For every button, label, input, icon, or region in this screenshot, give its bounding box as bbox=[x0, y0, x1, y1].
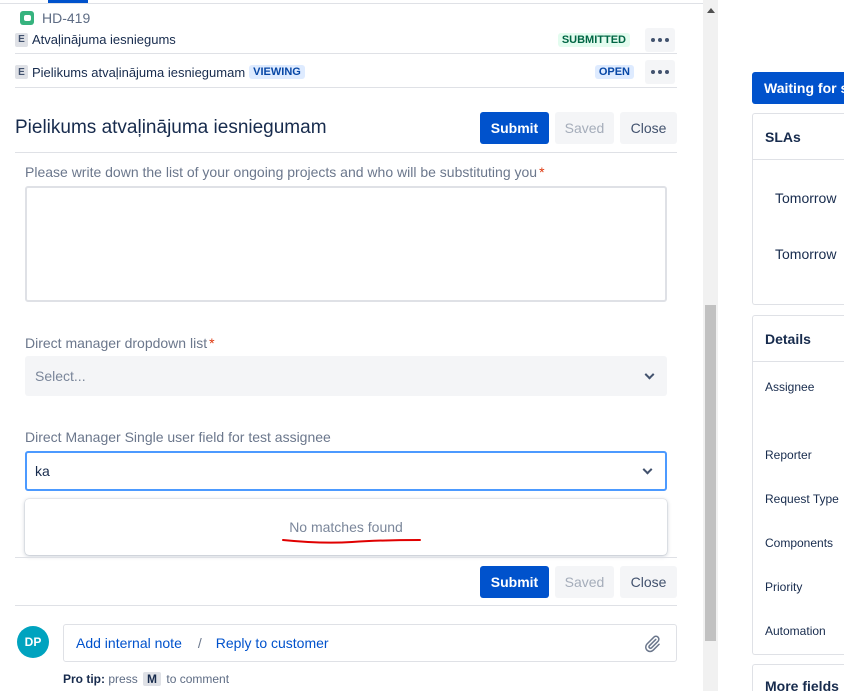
form-list-item[interactable]: E Atvaļinājuma iesniegums SUBMITTED bbox=[15, 26, 677, 54]
submit-button-bottom[interactable]: Submit bbox=[480, 566, 549, 598]
manager-dropdown-label: Direct manager dropdown list * bbox=[25, 335, 215, 351]
attachment-icon[interactable] bbox=[642, 634, 662, 654]
required-asterisk: * bbox=[209, 335, 215, 351]
manager-dropdown-select[interactable]: Select... bbox=[25, 356, 667, 396]
more-fields-panel[interactable]: More fields bbox=[752, 664, 844, 691]
close-button-bottom[interactable]: Close bbox=[620, 566, 677, 598]
detail-field-label: Components bbox=[765, 536, 834, 550]
scrollbar-thumb[interactable] bbox=[705, 305, 716, 641]
submit-button[interactable]: Submit bbox=[480, 112, 549, 144]
no-matches-message: No matches found bbox=[289, 519, 403, 535]
manager-user-field-label: Direct Manager Single user field for tes… bbox=[25, 429, 331, 445]
more-fields-title[interactable]: More fields bbox=[753, 665, 844, 691]
user-search-dropdown: No matches found bbox=[25, 499, 667, 555]
input-value: ka bbox=[35, 463, 50, 479]
details-title[interactable]: Details bbox=[753, 316, 844, 362]
divider bbox=[15, 557, 677, 558]
form-status-badge: SUBMITTED bbox=[557, 32, 630, 47]
avatar[interactable]: DP bbox=[17, 626, 49, 658]
slas-panel: SLAs Tomorrow Tomorrow bbox=[752, 113, 844, 305]
details-panel: Details Assignee Reporter Request Type C… bbox=[752, 315, 844, 655]
projects-textarea[interactable] bbox=[25, 186, 667, 302]
detail-field-label: Assignee bbox=[765, 380, 815, 394]
chat-icon bbox=[20, 11, 34, 25]
scroll-up-arrow-icon[interactable] bbox=[707, 8, 715, 13]
comment-editor[interactable]: Add internal note / Reply to customer bbox=[63, 624, 677, 662]
form-type-badge: E bbox=[15, 32, 28, 47]
red-annotation-underline bbox=[282, 539, 421, 544]
add-internal-note-link[interactable]: Add internal note bbox=[76, 635, 182, 651]
form-status-badge: OPEN bbox=[594, 65, 634, 79]
saved-button-bottom[interactable]: Saved bbox=[555, 566, 614, 598]
viewing-badge: VIEWING bbox=[249, 65, 305, 79]
sla-item: Tomorrow bbox=[775, 246, 837, 262]
slas-title: SLAs bbox=[753, 114, 844, 160]
separator: / bbox=[197, 635, 202, 651]
divider bbox=[15, 605, 677, 606]
close-button[interactable]: Close bbox=[620, 112, 677, 144]
issue-key-link[interactable]: HD-419 bbox=[20, 10, 90, 26]
detail-field-label: Priority bbox=[765, 580, 803, 594]
status-transition-button[interactable]: Waiting for s bbox=[752, 72, 844, 104]
detail-field-label: Reporter bbox=[765, 448, 812, 462]
reply-to-customer-link[interactable]: Reply to customer bbox=[216, 635, 329, 651]
pro-tip: Pro tip: press M to comment bbox=[63, 672, 230, 686]
form-name: Pielikums atvaļinājuma iesniegumam bbox=[32, 64, 246, 80]
form-type-badge: E bbox=[15, 65, 28, 79]
more-actions-button[interactable] bbox=[645, 27, 675, 52]
form-name: Atvaļinājuma iesniegums bbox=[32, 32, 176, 47]
required-asterisk: * bbox=[539, 164, 545, 180]
detail-field-label: Automation bbox=[765, 624, 826, 638]
manager-user-input[interactable]: ka bbox=[25, 451, 667, 491]
projects-field-label: Please write down the list of your ongoi… bbox=[25, 164, 545, 180]
issue-key-text: HD-419 bbox=[42, 10, 91, 26]
form-title: Pielikums atvaļinājuma iesniegumam bbox=[15, 117, 327, 138]
divider bbox=[15, 152, 677, 153]
saved-button[interactable]: Saved bbox=[555, 112, 614, 144]
detail-field-label: Request Type bbox=[765, 492, 839, 506]
more-actions-button[interactable] bbox=[645, 60, 675, 84]
keyboard-key: M bbox=[143, 672, 162, 686]
chevron-down-icon bbox=[642, 464, 653, 475]
header-divider bbox=[0, 3, 718, 4]
sla-item: Tomorrow bbox=[775, 190, 837, 206]
select-placeholder: Select... bbox=[35, 368, 86, 384]
chevron-down-icon bbox=[644, 369, 655, 380]
form-list-item[interactable]: E Pielikums atvaļinājuma iesniegumam VIE… bbox=[15, 58, 677, 86]
divider bbox=[15, 87, 677, 88]
